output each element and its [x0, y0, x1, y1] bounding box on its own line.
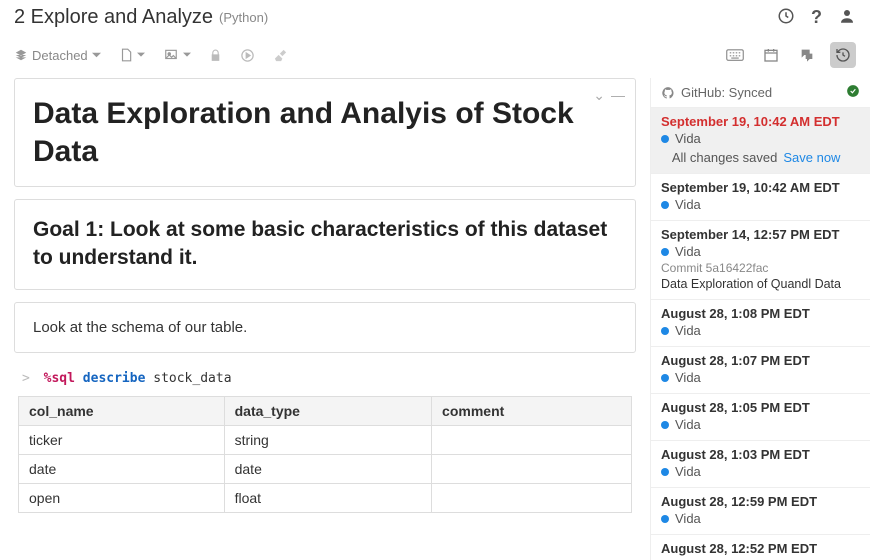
revision-entry[interactable]: September 19, 10:42 AM EDT Vida All chang…: [651, 108, 870, 174]
notebook-title: 2 Explore and Analyze: [14, 6, 213, 29]
run-all-icon[interactable]: [240, 48, 255, 63]
goal-cell[interactable]: Goal 1: Look at some basic characteristi…: [14, 199, 636, 290]
user-dot-icon: [661, 515, 669, 523]
revision-entry[interactable]: August 28, 1:07 PM EDT Vida: [651, 347, 870, 394]
notebook-language: (Python): [219, 10, 268, 25]
keyboard-icon[interactable]: [722, 42, 748, 68]
notebook-main: ⌄ — Data Exploration and Analyis of Stoc…: [0, 78, 650, 560]
github-icon: [661, 86, 675, 100]
revision-user: Vida: [661, 464, 860, 479]
revision-entry[interactable]: August 28, 1:08 PM EDT Vida: [651, 300, 870, 347]
col-header: data_type: [224, 396, 431, 425]
minimize-icon[interactable]: —: [611, 87, 625, 104]
revision-entry[interactable]: September 14, 12:57 PM EDT Vida Commit 5a1…: [651, 221, 870, 300]
comments-icon[interactable]: [794, 42, 820, 68]
table-cell: float: [224, 483, 431, 512]
run-gutter-icon[interactable]: >: [22, 371, 30, 386]
toolbar: Detached: [0, 36, 870, 78]
image-menu-icon[interactable]: [163, 48, 191, 62]
schema-intro-cell[interactable]: Look at the schema of our table.: [14, 302, 636, 353]
revision-user: Vida: [661, 197, 860, 212]
table-cell: [432, 483, 632, 512]
revision-history-icon[interactable]: [830, 42, 856, 68]
file-menu-icon[interactable]: [119, 47, 145, 63]
revision-timestamp: August 28, 12:59 PM EDT: [661, 494, 860, 509]
table-cell: open: [19, 483, 225, 512]
table-row: datedate: [19, 454, 632, 483]
notebook-header: 2 Explore and Analyze (Python) ?: [0, 0, 870, 36]
github-status-text: GitHub: Synced: [681, 85, 772, 100]
revision-timestamp: September 14, 12:57 PM EDT: [661, 227, 860, 242]
schema-table: col_name data_type comment tickerstringd…: [18, 396, 632, 513]
lock-icon[interactable]: [209, 48, 222, 63]
table-row: openfloat: [19, 483, 632, 512]
code-line[interactable]: > %sql describe stock_data: [18, 365, 632, 396]
revision-user: Vida: [661, 131, 860, 146]
user-icon[interactable]: [838, 7, 856, 28]
revision-entry[interactable]: September 19, 10:42 AM EDT Vida: [651, 174, 870, 221]
check-icon: [846, 84, 860, 101]
user-dot-icon: [661, 421, 669, 429]
revision-timestamp: August 28, 1:08 PM EDT: [661, 306, 860, 321]
user-dot-icon: [661, 135, 669, 143]
table-cell: string: [224, 425, 431, 454]
revision-timestamp: August 28, 12:52 PM EDT: [661, 541, 860, 556]
user-dot-icon: [661, 248, 669, 256]
user-dot-icon: [661, 201, 669, 209]
revision-description: Data Exploration of Quandl Data: [661, 277, 860, 291]
help-icon[interactable]: ?: [811, 7, 822, 28]
user-dot-icon: [661, 327, 669, 335]
revision-user: Vida: [661, 323, 860, 338]
revision-entry[interactable]: August 28, 1:03 PM EDT Vida: [651, 441, 870, 488]
table-row: tickerstring: [19, 425, 632, 454]
user-dot-icon: [661, 374, 669, 382]
col-header: col_name: [19, 396, 225, 425]
user-dot-icon: [661, 468, 669, 476]
cell-subheading: Goal 1: Look at some basic characteristi…: [33, 216, 617, 273]
schedule-icon[interactable]: [777, 7, 795, 28]
revision-user: Vida: [661, 244, 860, 259]
save-status: All changes savedSave now: [661, 150, 860, 165]
table-cell: ticker: [19, 425, 225, 454]
revision-timestamp: September 19, 10:42 AM EDT: [661, 180, 860, 195]
table-cell: date: [19, 454, 225, 483]
cluster-detached-dropdown[interactable]: Detached: [14, 48, 101, 63]
revision-sidebar: GitHub: Synced September 19, 10:42 AM ED…: [650, 78, 870, 560]
revision-timestamp: August 28, 1:03 PM EDT: [661, 447, 860, 462]
revision-timestamp: August 28, 1:07 PM EDT: [661, 353, 860, 368]
title-cell[interactable]: ⌄ — Data Exploration and Analyis of Stoc…: [14, 78, 636, 187]
code-cell[interactable]: > %sql describe stock_data col_name data…: [14, 365, 636, 513]
table-cell: [432, 425, 632, 454]
revision-entry[interactable]: August 28, 1:05 PM EDT Vida: [651, 394, 870, 441]
revision-entry[interactable]: August 28, 12:59 PM EDT Vida: [651, 488, 870, 535]
github-status-row[interactable]: GitHub: Synced: [651, 78, 870, 108]
revision-user: Vida: [661, 511, 860, 526]
save-now-link[interactable]: Save now: [783, 150, 840, 165]
cell-heading: Data Exploration and Analyis of Stock Da…: [33, 95, 617, 170]
cell-text: Look at the schema of our table.: [33, 319, 617, 336]
revision-entry[interactable]: August 28, 12:52 PM EDTVida: [651, 535, 870, 560]
revision-timestamp: September 19, 10:42 AM EDT: [661, 114, 860, 129]
schedule-panel-icon[interactable]: [758, 42, 784, 68]
revision-user: Vida: [661, 370, 860, 385]
chevron-down-icon[interactable]: ⌄: [593, 87, 605, 104]
revision-user: Vida: [661, 417, 860, 432]
revision-commit: Commit 5a16422fac: [661, 261, 860, 275]
table-cell: date: [224, 454, 431, 483]
revision-timestamp: August 28, 1:05 PM EDT: [661, 400, 860, 415]
col-header: comment: [432, 396, 632, 425]
clear-icon[interactable]: [273, 48, 288, 63]
table-cell: [432, 454, 632, 483]
